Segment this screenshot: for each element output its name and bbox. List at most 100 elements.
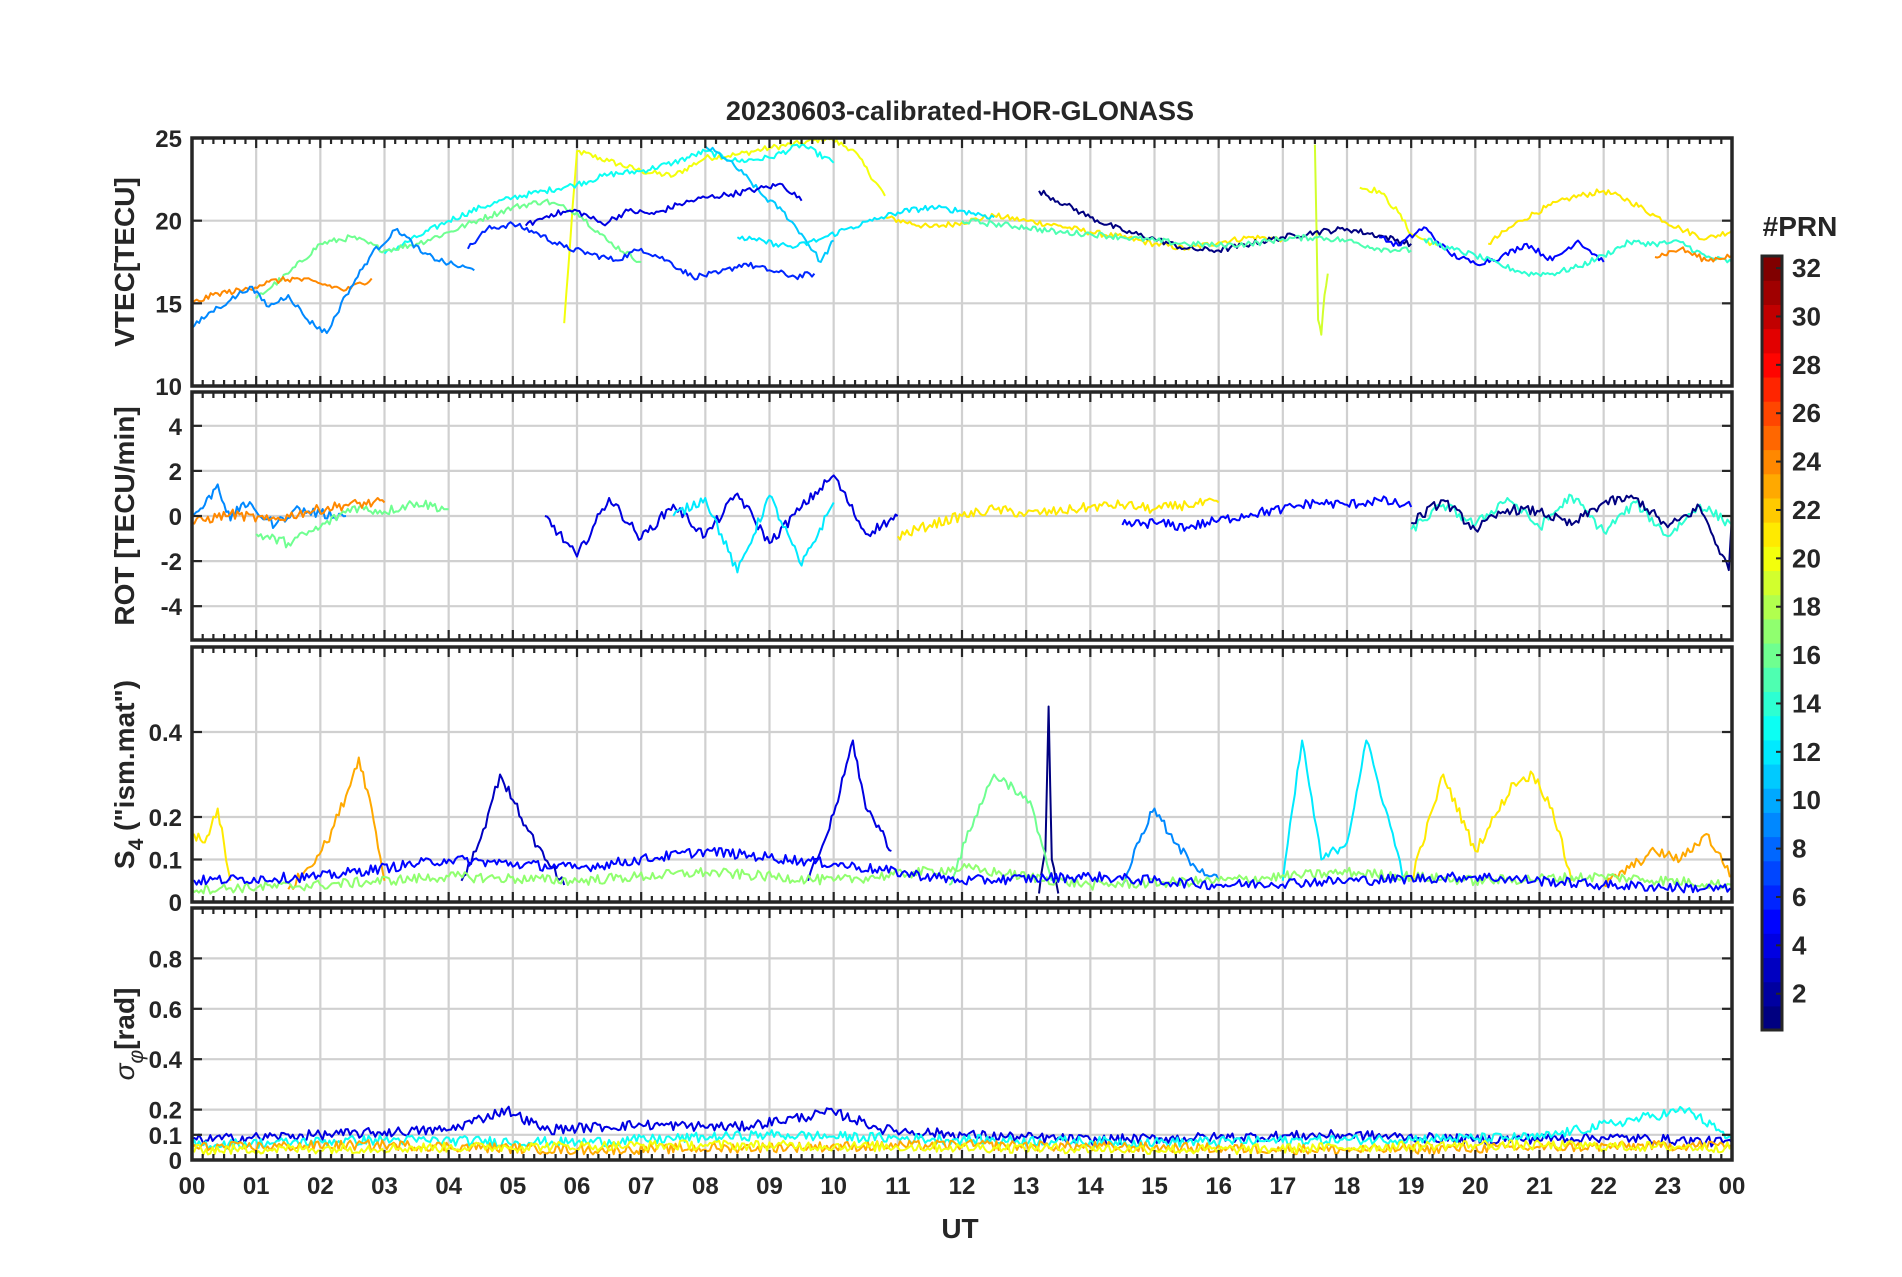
s4-series-prn-21: [1410, 770, 1573, 882]
vtec-y-tick-label: 10: [155, 374, 182, 401]
colorbar-tick-label: 10: [1792, 785, 1821, 815]
colorbar-segment: [1762, 763, 1782, 789]
colorbar-segment: [1762, 667, 1782, 692]
x-tick-label: 00: [179, 1173, 206, 1200]
rot-y-tick-label: -2: [161, 549, 182, 576]
x-axis-label: UT: [941, 1213, 978, 1244]
vtec-series-prn-14: [1423, 237, 1732, 277]
x-tick-label: 08: [692, 1173, 719, 1200]
s4-y-tick-label: 0.1: [149, 848, 182, 875]
s4-y-tick-label: 0: [169, 890, 182, 917]
panels: 10152025VTEC[TECU]-4-2024ROT [TECU/min]0…: [109, 126, 1745, 1200]
colorbar-tick-label: 6: [1792, 882, 1806, 912]
colorbar-segment: [1762, 473, 1782, 499]
vtec-y-tick-label: 15: [155, 291, 182, 318]
x-tick-label: 02: [307, 1173, 334, 1200]
x-tick-label: 09: [756, 1173, 783, 1200]
x-tick-label: 16: [1205, 1173, 1232, 1200]
chart-svg: 20230603-calibrated-HOR-GLONASS 10152025…: [109, 96, 1838, 1244]
rot-series-prn-16: [255, 499, 449, 549]
colorbar-tick-label: 30: [1792, 301, 1821, 331]
colorbar-tick-label: 20: [1792, 543, 1821, 573]
colorbar-segment: [1762, 812, 1782, 838]
colorbar-segment: [1762, 957, 1782, 983]
x-tick-label: 22: [1590, 1173, 1617, 1200]
colorbar-tick-label: 8: [1792, 834, 1806, 864]
s4-series-prn-16: [948, 773, 1053, 886]
x-tick-label: 01: [243, 1173, 270, 1200]
sigma-y-tick-label: 0.2: [149, 1098, 182, 1125]
vtec-series-prn-20: [1359, 186, 1438, 247]
colorbar-tick-label: 12: [1792, 737, 1821, 767]
vtec-series-prn-24: [1654, 246, 1732, 263]
s4-series-prn-9: [1121, 807, 1220, 886]
s4-y-tick-label: 0.2: [149, 805, 182, 832]
colorbar-tick-label: 26: [1792, 398, 1821, 428]
sigma-y-tick-label: 0.1: [149, 1123, 182, 1150]
colorbar-tick-label: 32: [1792, 253, 1821, 283]
panel-s4: 0 0.1 0.2 0.4S4 ("ism.mat"): [109, 645, 1734, 917]
rot-y-tick-label: 4: [169, 414, 183, 441]
colorbar-segment: [1762, 376, 1782, 402]
colorbar-tick-label: 2: [1792, 979, 1806, 1009]
rot-series-prn-21: [896, 497, 1220, 541]
x-tick-label: 12: [949, 1173, 976, 1200]
rot-series-prn-5: [1121, 495, 1413, 532]
sigma-y-tick-label: 0.8: [149, 946, 182, 973]
x-tick-label: 19: [1398, 1173, 1425, 1200]
sigma-grid: [190, 908, 1734, 1162]
x-tick-label: 17: [1269, 1173, 1296, 1200]
x-tick-label: 13: [1013, 1173, 1040, 1200]
rot-y-tick-label: -4: [161, 594, 183, 621]
sigma-y-tick-label: 0.4: [149, 1047, 183, 1074]
chart-title: 20230603-calibrated-HOR-GLONASS: [726, 96, 1194, 126]
colorbar-segment: [1762, 425, 1782, 451]
sigma-y-axis-label: σφ[rad]: [109, 988, 148, 1081]
colorbar-tick-label: 14: [1792, 688, 1821, 718]
colorbar-segment: [1762, 860, 1782, 886]
x-tick-label: 14: [1077, 1173, 1104, 1200]
x-tick-label: 21: [1526, 1173, 1553, 1200]
colorbar-tick-label: 24: [1792, 447, 1821, 477]
sigma-y-tick-label: 0: [169, 1148, 182, 1175]
x-tick-label: 06: [564, 1173, 591, 1200]
colorbar-segment: [1762, 522, 1782, 547]
vtec-series-prn-4: [524, 182, 803, 227]
vtec-series-prn-15: [961, 218, 1412, 254]
s4-grid: [190, 647, 1734, 904]
vtec-grid: [190, 136, 1734, 388]
vtec-series-prn-12: [736, 204, 995, 249]
panel-rot: -4 -2 0 2 4 ROT [TECU/min]: [109, 390, 1734, 642]
x-tick-label: 05: [499, 1173, 526, 1200]
vtec-series-prn-21: [1488, 188, 1732, 245]
x-tick-label: 15: [1141, 1173, 1168, 1200]
s4-y-axis-label: S4 ("ism.mat"): [109, 680, 148, 869]
vtec-y-tick-label: 25: [155, 126, 182, 153]
rot-y-tick-label: 0: [169, 504, 182, 531]
colorbar-segment: [1762, 909, 1782, 934]
x-tick-label: 10: [820, 1173, 847, 1200]
s4-series-prn-21: [192, 807, 232, 882]
s4-y-tick-label: 0.4: [149, 720, 183, 747]
colorbar-tick-label: 22: [1792, 495, 1821, 525]
x-tick-label: 00: [1719, 1173, 1746, 1200]
colorbar-tick-label: 28: [1792, 350, 1821, 380]
rot-y-tick-label: 2: [169, 459, 182, 486]
sigma-y-tick-label: 0.6: [149, 997, 182, 1024]
x-tick-label: 11: [885, 1173, 910, 1200]
x-tick-label: 23: [1654, 1173, 1681, 1200]
colorbar-tick-label: 4: [1792, 930, 1807, 960]
figure: 20230603-calibrated-HOR-GLONASS 10 15 20 25…: [0, 0, 1902, 1272]
vtec-series-prn-9: [192, 227, 475, 335]
colorbar-segment: [1762, 570, 1782, 596]
colorbar-tick-label: 16: [1792, 640, 1821, 670]
vtec-y-tick-label: 20: [155, 209, 182, 236]
vtec-series-prn-20: [563, 138, 886, 324]
x-tick-label: 18: [1334, 1173, 1361, 1200]
colorbar-segment: [1762, 715, 1782, 741]
s4-series-prn-1: [1038, 705, 1060, 894]
colorbar-segment: [1762, 280, 1782, 305]
vtec-y-axis-label: VTEC[TECU]: [109, 177, 140, 347]
colorbar-label: #PRN: [1763, 211, 1838, 242]
x-tick-label: 07: [628, 1173, 655, 1200]
